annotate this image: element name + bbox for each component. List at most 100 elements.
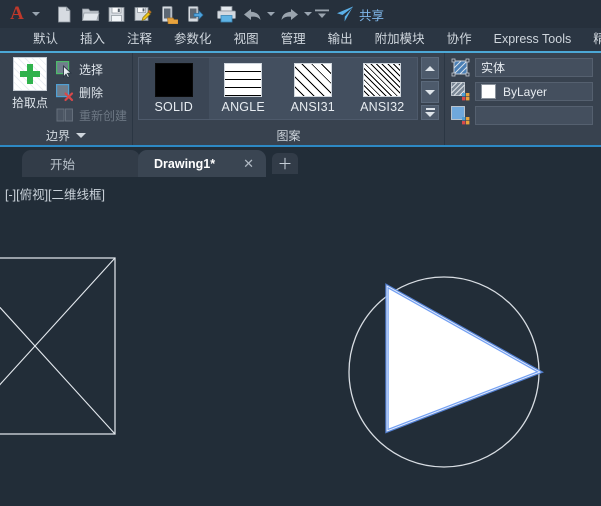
redo-button[interactable] [276,1,302,27]
pattern-gallery-expand-button[interactable] [421,105,439,120]
recreate-boundary-button: 重新创建 [56,104,132,127]
open-file-button[interactable] [77,1,103,27]
recreate-boundary-icon [56,107,74,125]
pattern-item-ansi31[interactable]: ANSI31 [278,58,348,119]
autocad-logo-icon: A [10,4,24,25]
panel-pattern: SOLID ANGLE ANSI31 ANSI32 [133,53,445,145]
pick-points-button[interactable]: 拾取点 [6,57,54,111]
pattern-scroll-down-button[interactable] [421,81,439,103]
select-objects-icon [56,61,74,79]
chevron-up-icon [425,66,435,71]
pattern-item-ansi32[interactable]: ANSI32 [348,58,418,119]
ribbon-tab-default[interactable]: 默认 [22,28,69,51]
panel-properties: 实体 ByLayer [445,53,600,145]
new-file-button[interactable] [51,1,77,27]
pick-points-label: 拾取点 [12,94,48,111]
ribbon-tab-express-tools[interactable]: Express Tools [483,28,583,51]
chevron-down-icon [425,112,435,117]
print-button[interactable] [213,1,239,27]
drawing-geometry [0,177,601,506]
pattern-scroll-up-button[interactable] [421,57,439,79]
pattern-angle-swatch-icon [224,63,262,97]
document-tab-bar: 开始 Drawing1* ✕ ＋ [0,145,601,179]
export-button[interactable] [155,1,181,27]
ribbon-tab-bar: 默认 插入 注释 参数化 视图 管理 输出 附加模块 协作 Express To… [0,28,601,51]
pick-points-icon [13,57,47,91]
pattern-ansi32-swatch-icon [363,63,401,97]
boundary-commands-list: 选择 删除 [56,58,132,127]
redo-dropdown[interactable] [302,1,313,27]
ribbon-panel-row: 拾取点 选择 [0,51,601,145]
new-document-tab-button[interactable]: ＋ [272,153,298,174]
remove-boundary-label: 删除 [79,84,103,101]
customize-menu-icon [315,9,329,19]
share-icon [335,5,355,23]
ribbon-tab-view[interactable]: 视图 [223,28,270,51]
save-button[interactable] [103,1,129,27]
application-menu-dropdown[interactable] [30,1,41,27]
pattern-solid-label: SOLID [154,100,193,114]
redo-icon [279,5,300,24]
expand-bar-icon [426,108,435,110]
hatch-type-field[interactable]: 实体 [475,58,593,77]
color-swatch [481,84,496,99]
export-icon [159,5,178,24]
cloud-save-button[interactable] [181,1,207,27]
select-boundary-button[interactable]: 选择 [56,58,132,81]
share-button[interactable]: 共享 [335,5,384,24]
ribbon-tab-annotate[interactable]: 注释 [116,28,163,51]
chevron-down-icon [76,133,86,138]
chevron-down-icon [267,12,275,16]
ribbon-tab-output[interactable]: 输出 [317,28,364,51]
open-folder-icon [81,5,100,24]
panel-boundaries: 拾取点 选择 [0,53,133,145]
ribbon-tab-manage[interactable]: 管理 [270,28,317,51]
undo-button[interactable] [239,1,265,27]
application-menu-button[interactable]: A [4,1,30,27]
background-color-field[interactable] [475,106,593,125]
quick-access-customize-button[interactable] [313,1,331,27]
pattern-solid-swatch-icon [155,63,193,97]
hatch-type-row: 实体 [451,57,593,78]
save-as-button[interactable] [129,1,155,27]
hatch-type-icon [451,58,470,77]
document-tab-drawing1-label: Drawing1* [154,157,215,171]
pattern-item-solid[interactable]: SOLID [139,58,209,119]
background-color-row [451,105,593,126]
pattern-angle-label: ANGLE [222,100,265,114]
plus-icon [20,64,40,84]
square-with-diagonals-shape[interactable] [0,258,115,434]
pattern-ansi32-label: ANSI32 [360,100,404,114]
autocad-window: A [0,0,601,506]
remove-boundary-icon [56,84,74,102]
close-icon[interactable]: ✕ [243,156,254,172]
remove-boundary-button[interactable]: 删除 [56,81,132,104]
chevron-down-icon [32,12,40,16]
ribbon-tab-featured-apps[interactable]: 精选应用 [582,28,601,51]
hatch-color-field[interactable]: ByLayer [475,82,593,101]
ribbon-tab-parametric[interactable]: 参数化 [163,28,223,51]
pattern-gallery: SOLID ANGLE ANSI31 ANSI32 [138,57,418,120]
pattern-item-angle[interactable]: ANGLE [209,58,279,119]
drawing-canvas[interactable]: [-][俯视][二维线框] [0,177,601,506]
document-tab-start[interactable]: 开始 [22,150,140,177]
ribbon-tab-insert[interactable]: 插入 [69,28,116,51]
chevron-down-icon [425,90,435,95]
panel-boundaries-title-row[interactable]: 边界 [0,127,132,144]
panel-pattern-title-row: 图案 [133,127,444,144]
background-color-icon [451,106,470,125]
undo-icon [242,5,263,24]
pattern-gallery-scrollbar[interactable] [421,57,439,120]
solid-hatch-triangle-shape[interactable] [387,286,540,431]
save-as-icon [133,5,152,24]
panel-pattern-title: 图案 [276,127,300,144]
document-tab-drawing1[interactable]: Drawing1* ✕ [138,150,266,177]
hatch-color-label: ByLayer [503,85,547,99]
ribbon-tab-collaborate[interactable]: 协作 [436,28,483,51]
undo-dropdown[interactable] [265,1,276,27]
print-icon [216,5,237,24]
share-label: 共享 [359,5,384,24]
cloud-save-icon [185,5,204,24]
ribbon-tab-addins[interactable]: 附加模块 [364,28,436,51]
panel-boundaries-title: 边界 [46,127,70,144]
